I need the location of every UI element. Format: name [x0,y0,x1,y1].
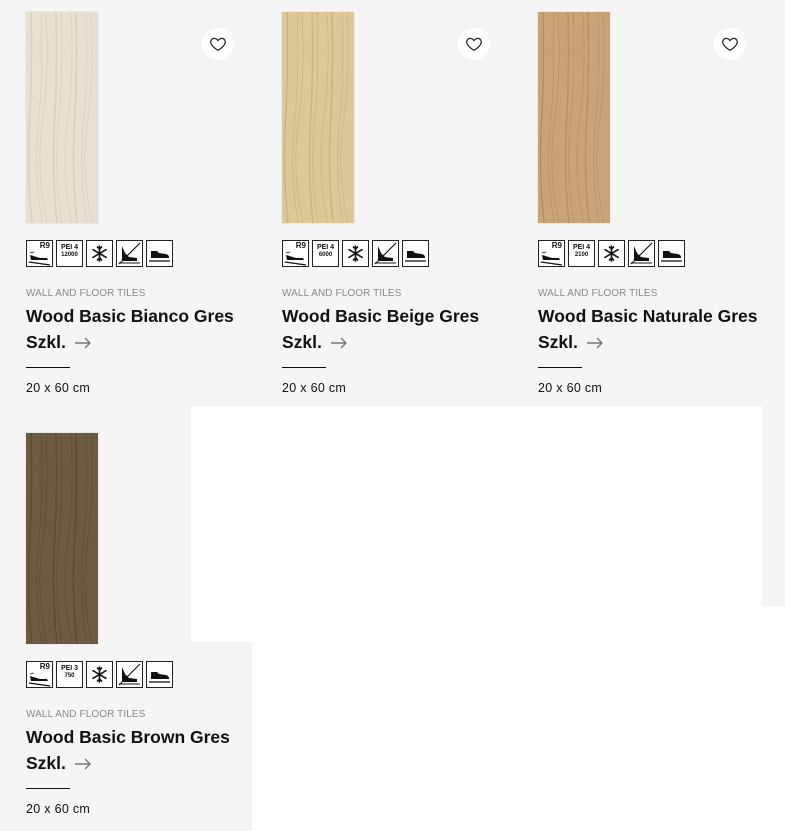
pei-cycles-label: 750 [64,673,75,680]
favorite-button[interactable] [202,28,234,60]
product-name: Wood Basic Beige Gres Szkl. [282,306,480,352]
feature-icons: R9 PEI 4 2100 [538,240,685,267]
pei-class-label: PEI 4 [316,244,335,251]
pei-abrasion-icon: PEI 4 2100 [568,240,595,267]
product-category: WALL AND FLOOR TILES [26,709,146,720]
pei-class-label: PEI 4 [60,244,79,251]
title-underline [26,367,70,368]
product-size: 20 x 60 cm [26,802,91,816]
heart-icon [466,37,482,51]
product-card-1[interactable]: R9 PEI 4 12000 WALL AND FLOOR TILES Wood… [0,0,250,400]
floor-use-shoe-icon [146,661,173,688]
product-title-link[interactable]: Wood Basic Bianco Gres Szkl. [26,303,266,355]
pei-abrasion-icon: PEI 4 12000 [56,240,83,267]
pei-abrasion-icon: PEI 4 6000 [312,240,339,267]
product-name: Wood Basic Naturale Gres Szkl. [538,306,758,352]
pei-cycles-label: 12000 [61,252,78,259]
title-underline [26,788,70,789]
pei-abrasion-icon: PEI 3 750 [56,661,83,688]
feature-icons: R9 PEI 4 12000 [26,240,173,267]
chemical-resistance-icon [116,661,143,688]
product-size: 20 x 60 cm [282,381,347,395]
favorite-button[interactable] [458,28,490,60]
product-title-link[interactable]: Wood Basic Brown Gres Szkl. [26,724,266,776]
chemical-resistance-icon [628,240,655,267]
heart-icon [210,37,226,51]
frost-resistant-icon [598,240,625,267]
product-title-link[interactable]: Wood Basic Beige Gres Szkl. [282,303,522,355]
favorite-button[interactable] [714,28,746,60]
frost-resistant-icon [86,240,113,267]
arrow-right-icon [330,337,347,349]
pei-cycles-label: 2100 [574,252,589,259]
pei-class-label: PEI 4 [572,244,591,251]
product-category: WALL AND FLOOR TILES [282,288,402,299]
floor-use-shoe-icon [146,240,173,267]
slip-resistance-icon: R9 [26,240,53,267]
product-tile-image[interactable] [26,12,98,223]
chemical-resistance-icon [372,240,399,267]
product-category: WALL AND FLOOR TILES [26,288,146,299]
product-size: 20 x 60 cm [538,381,603,395]
slip-resistance-icon: R9 [538,240,565,267]
product-name: Wood Basic Brown Gres Szkl. [26,727,230,773]
product-tile-image[interactable] [538,12,610,223]
product-card-2[interactable]: R9 PEI 4 6000 WALL AND FLOOR TILES Wood … [256,0,506,400]
arrow-right-icon [74,337,91,349]
frost-resistant-icon [342,240,369,267]
product-size: 20 x 60 cm [26,381,91,395]
product-card-3[interactable]: R9 PEI 4 2100 WALL AND FLOOR TILES Wood … [512,0,762,400]
arrow-right-icon [74,758,91,770]
product-card-4[interactable]: R9 PEI 3 750 WALL AND FLOOR TILES Wood B… [0,421,250,821]
title-underline [538,367,582,368]
slip-resistance-icon: R9 [282,240,309,267]
title-underline [282,367,326,368]
pei-class-label: PEI 3 [60,665,79,672]
chemical-resistance-icon [116,240,143,267]
heart-icon [722,37,738,51]
slip-resistance-icon: R9 [26,661,53,688]
pei-cycles-label: 6000 [318,252,333,259]
product-name: Wood Basic Bianco Gres Szkl. [26,306,234,352]
product-tile-image[interactable] [26,433,98,644]
floor-use-shoe-icon [658,240,685,267]
arrow-right-icon [586,337,603,349]
frost-resistant-icon [86,661,113,688]
product-tile-image[interactable] [282,12,354,223]
floor-use-shoe-icon [402,240,429,267]
product-title-link[interactable]: Wood Basic Naturale Gres Szkl. [538,303,778,355]
grid-background-right [762,406,785,606]
feature-icons: R9 PEI 3 750 [26,661,173,688]
feature-icons: R9 PEI 4 6000 [282,240,429,267]
product-category: WALL AND FLOOR TILES [538,288,658,299]
